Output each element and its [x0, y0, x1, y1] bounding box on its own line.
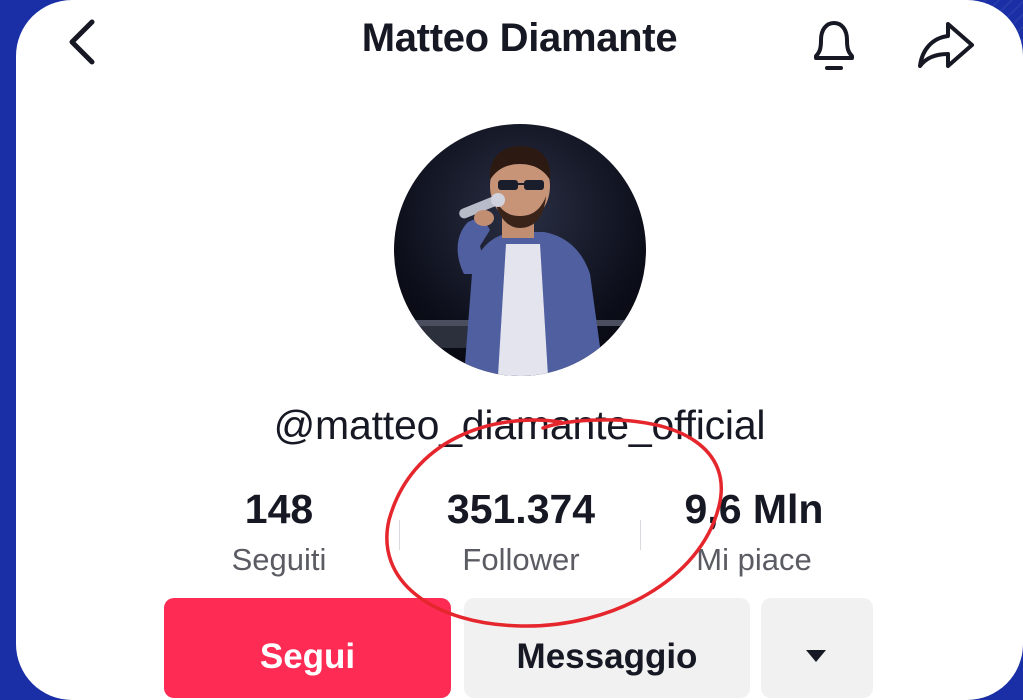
- share-icon[interactable]: [914, 18, 978, 72]
- stat-followers[interactable]: 351.374 Follower: [416, 486, 626, 578]
- page-title: Matteo Diamante: [361, 16, 678, 60]
- message-button[interactable]: Messaggio: [464, 598, 750, 698]
- stat-label: Seguiti: [231, 542, 327, 577]
- stat-value: 148: [244, 486, 314, 532]
- stat-following[interactable]: 148 Seguiti: [194, 486, 364, 578]
- profile-card: Matteo Diamante @matteo_diamante_officia…: [16, 0, 1023, 700]
- follow-button[interactable]: Segui: [164, 598, 451, 698]
- stat-divider: [640, 520, 641, 550]
- stat-likes[interactable]: 9,6 Mln Mi piace: [664, 486, 844, 578]
- stat-label: Follower: [462, 542, 580, 577]
- stat-value: 351.374: [446, 486, 596, 532]
- stat-value: 9,6 Mln: [684, 486, 824, 532]
- bell-icon[interactable]: [806, 14, 862, 76]
- stat-divider: [399, 520, 400, 550]
- caret-down-icon: [806, 650, 826, 662]
- avatar[interactable]: [394, 124, 646, 376]
- stat-label: Mi piace: [696, 542, 812, 577]
- more-options-button[interactable]: [761, 598, 873, 698]
- profile-photo: [394, 146, 646, 376]
- top-bar: Matteo Diamante: [16, 0, 1023, 90]
- profile-handle: @matteo_diamante_official: [273, 402, 766, 448]
